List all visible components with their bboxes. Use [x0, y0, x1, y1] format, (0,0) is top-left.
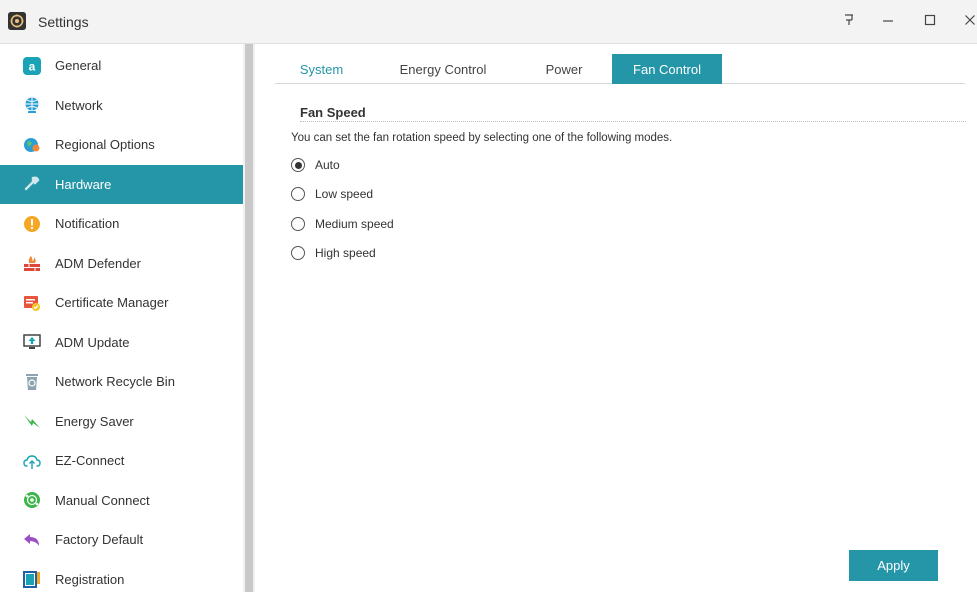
radio-high-speed[interactable]: High speed [291, 243, 376, 263]
sidebar-item-label: Regional Options [55, 137, 155, 153]
sidebar-item-factory-default[interactable]: Factory Default [0, 520, 243, 560]
undo-arrow-icon [23, 531, 41, 549]
sidebar-item-hardware[interactable]: Hardware [0, 164, 243, 204]
radio-button[interactable] [291, 246, 305, 260]
svg-text:a: a [29, 59, 36, 73]
update-icon [23, 333, 41, 351]
sidebar-scrollbar[interactable] [243, 44, 255, 592]
certificate-icon [23, 294, 41, 312]
sidebar-item-notification[interactable]: Notification [0, 204, 243, 244]
manual-connect-icon [23, 491, 41, 509]
sidebar-item-label: General [55, 58, 102, 74]
hardware-icon [23, 175, 41, 193]
sidebar-item-label: ADM Defender [55, 255, 141, 271]
radio-label: Auto [315, 158, 340, 172]
sidebar-item-label: Registration [55, 571, 125, 587]
sidebar: a General Network Regional Options Hardw… [0, 44, 243, 592]
radio-low-speed[interactable]: Low speed [291, 184, 373, 204]
tab-bar: System Energy Control Power Fan Control [275, 54, 965, 84]
radio-auto[interactable]: Auto [291, 155, 340, 175]
registration-icon [23, 570, 41, 589]
energy-icon [23, 412, 41, 430]
sidebar-item-label: Network Recycle Bin [55, 374, 175, 390]
recycle-bin-icon [23, 373, 41, 391]
apply-button[interactable]: Apply [849, 550, 938, 581]
sidebar-item-label: Notification [55, 216, 120, 232]
sidebar-item-label: Network [55, 97, 103, 113]
tab-fan-control[interactable]: Fan Control [612, 54, 722, 84]
fan-speed-description: You can set the fan rotation speed by se… [291, 132, 673, 144]
radio-button[interactable] [291, 217, 305, 231]
section-divider [300, 121, 966, 122]
title-bar: Settings [0, 0, 977, 44]
radio-label: High speed [315, 246, 376, 260]
regional-icon [23, 136, 41, 154]
sidebar-item-network-recycle-bin[interactable]: Network Recycle Bin [0, 362, 243, 402]
sidebar-item-network[interactable]: Network [0, 86, 243, 126]
sidebar-item-adm-update[interactable]: ADM Update [0, 323, 243, 363]
radio-button[interactable] [291, 187, 305, 201]
fan-speed-title: Fan Speed [300, 105, 366, 120]
general-icon: a [23, 56, 41, 75]
sidebar-item-label: Factory Default [55, 532, 144, 548]
globe-icon [23, 96, 41, 114]
sidebar-scrollbar-thumb[interactable] [245, 44, 253, 592]
settings-app-icon [8, 12, 26, 30]
cloud-upload-icon [23, 452, 41, 470]
radio-label: Medium speed [315, 217, 394, 231]
sidebar-item-label: Manual Connect [55, 492, 150, 508]
sidebar-item-general[interactable]: a General [0, 46, 243, 86]
radio-button-selected[interactable] [291, 158, 305, 172]
sidebar-item-regional-options[interactable]: Regional Options [0, 125, 243, 165]
firewall-icon [23, 254, 41, 272]
sidebar-item-label: ADM Update [55, 334, 130, 350]
pin-icon[interactable] [834, 10, 864, 30]
tab-power[interactable]: Power [518, 54, 610, 84]
sidebar-item-ez-connect[interactable]: EZ-Connect [0, 441, 243, 481]
tab-energy-control[interactable]: Energy Control [368, 54, 518, 84]
close-icon[interactable] [955, 10, 977, 30]
sidebar-item-energy-saver[interactable]: Energy Saver [0, 402, 243, 442]
sidebar-item-manual-connect[interactable]: Manual Connect [0, 481, 243, 521]
sidebar-item-certificate-manager[interactable]: Certificate Manager [0, 283, 243, 323]
maximize-icon[interactable] [915, 10, 945, 30]
radio-label: Low speed [315, 187, 374, 201]
tab-system[interactable]: System [275, 54, 368, 84]
exclamation-icon [23, 215, 41, 233]
sidebar-item-label: Certificate Manager [55, 295, 169, 311]
sidebar-item-adm-defender[interactable]: ADM Defender [0, 244, 243, 284]
sidebar-item-label: Energy Saver [55, 413, 134, 429]
sidebar-item-label: EZ-Connect [55, 453, 125, 469]
main-content: System Energy Control Power Fan Control … [255, 44, 977, 592]
radio-medium-speed[interactable]: Medium speed [291, 214, 394, 234]
sidebar-item-registration[interactable]: Registration [0, 560, 243, 592]
minimize-icon[interactable] [873, 10, 903, 30]
window-title: Settings [38, 14, 89, 30]
sidebar-item-label: Hardware [55, 176, 112, 192]
